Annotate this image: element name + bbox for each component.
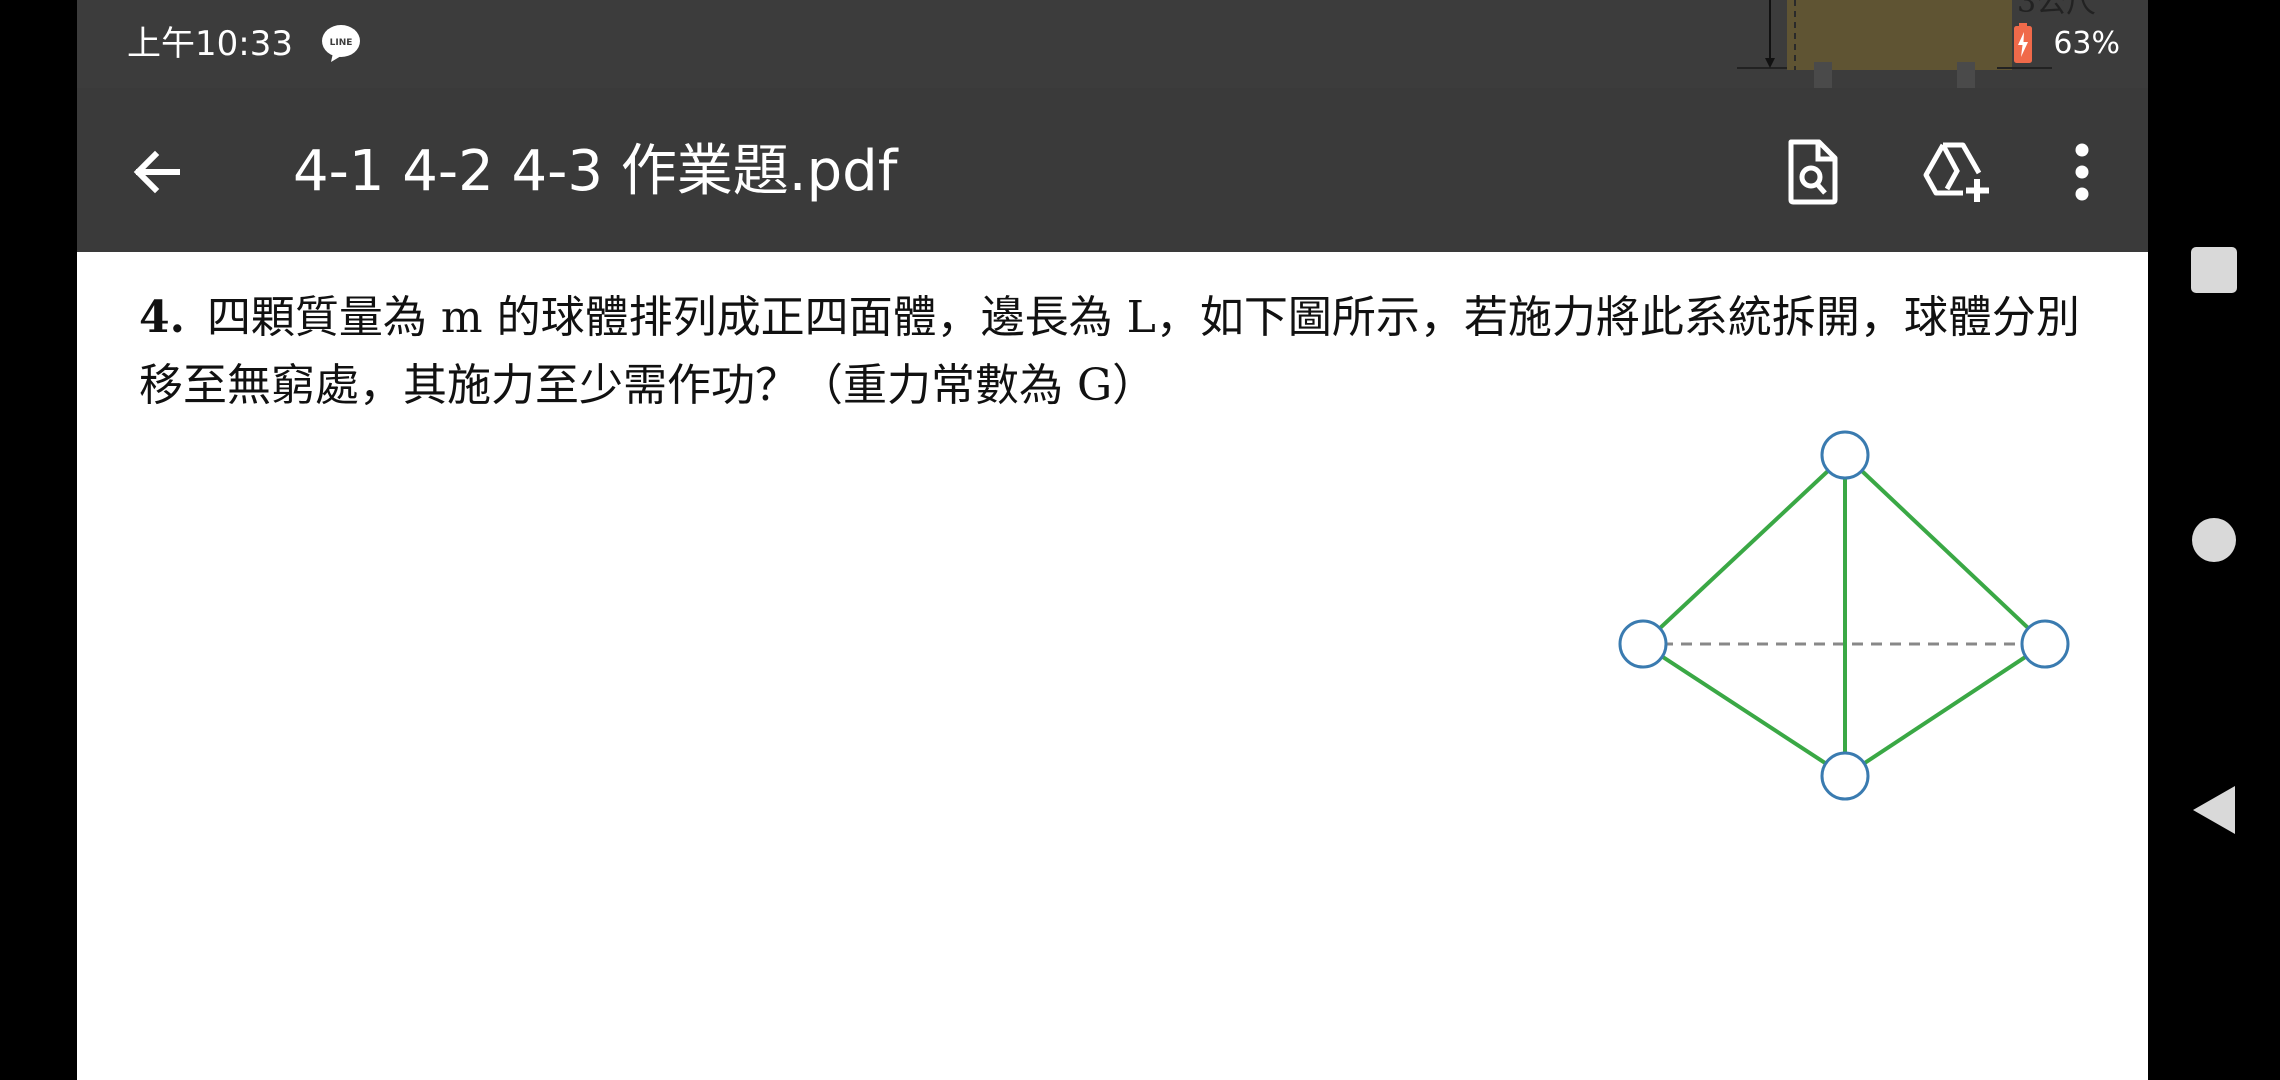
- status-time: 上午10:33: [127, 24, 293, 64]
- edge: [1641, 453, 1847, 646]
- question-4: 4. 四顆質量為 m 的球體排列成正四面體，邊長為 L，如下圖所示，若施力將此系統…: [139, 284, 2119, 420]
- edge: [1843, 453, 2047, 646]
- back-nav-icon: [2193, 786, 2235, 834]
- find-in-document-button[interactable]: [1771, 130, 1855, 214]
- device-screen: 上午10:33 LINE 4G+ 63% 3公尺 4-1 4-2 4-3 作業題…: [0, 0, 2280, 1080]
- more-options-button[interactable]: [2040, 130, 2124, 214]
- home-button[interactable]: [2168, 494, 2260, 586]
- document-title: 4-1 4-2 4-3 作業題.pdf: [293, 139, 898, 204]
- home-icon: [2192, 518, 2236, 562]
- sphere-right: [2020, 619, 2070, 669]
- line-app-icon: LINE: [322, 25, 360, 62]
- pdf-viewer-app: 上午10:33 LINE 4G+ 63% 3公尺 4-1 4-2 4-3 作業題…: [77, 0, 2148, 1080]
- question-number: 4.: [139, 292, 185, 343]
- data-arrows-icon: [1925, 27, 1936, 53]
- battery-charging-icon: [2014, 23, 2033, 63]
- nav-back-button[interactable]: [2168, 764, 2260, 856]
- edge: [1843, 642, 2047, 778]
- sphere-bottom: [1820, 751, 1870, 801]
- back-button[interactable]: [117, 132, 197, 212]
- find-in-document-icon: [1788, 139, 1838, 205]
- signal-icon: 4G+: [1952, 22, 1996, 63]
- line-icon-label: LINE: [330, 38, 353, 48]
- battery-percentage: 63%: [2053, 25, 2120, 61]
- sphere-left: [1618, 619, 1668, 669]
- recent-apps-button[interactable]: [2168, 224, 2260, 316]
- question-text: 四顆質量為 m 的球體排列成正四面體，邊長為 L，如下圖所示，若施力將此系統拆開…: [139, 292, 2080, 411]
- status-indicators: 4G+ 63%: [1807, 18, 2120, 68]
- navigation-bar: [2148, 0, 2280, 1080]
- network-type: 4G+: [1952, 22, 1985, 38]
- status-bar: 上午10:33 LINE 4G+ 63%: [77, 0, 2148, 88]
- sphere-top: [1820, 430, 1870, 480]
- edge: [1641, 642, 1847, 778]
- add-to-drive-button[interactable]: [1916, 130, 2000, 214]
- pdf-page[interactable]: 4. 四顆質量為 m 的球體排列成正四面體，邊長為 L，如下圖所示，若施力將此系統…: [77, 252, 2148, 1080]
- app-toolbar: 4-1 4-2 4-3 作業題.pdf: [77, 88, 2148, 252]
- vibrate-icon: [1808, 25, 1853, 61]
- drive-add-icon: [1923, 142, 1989, 202]
- tetrahedron-diagram: [1618, 430, 2070, 801]
- more-options-icon: [2075, 143, 2089, 201]
- hotspot-icon: [1868, 24, 1909, 59]
- recent-apps-icon: [2191, 247, 2237, 293]
- back-arrow-icon: [133, 150, 180, 194]
